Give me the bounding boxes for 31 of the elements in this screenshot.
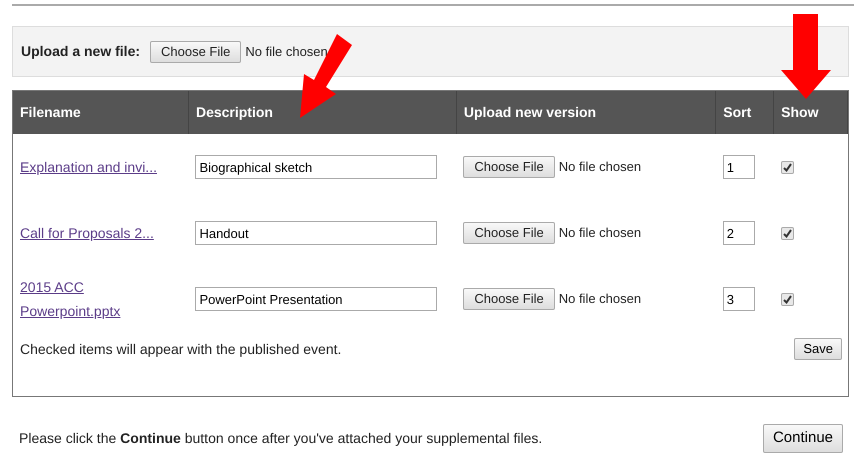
choose-file-button[interactable]: Choose File [463, 222, 555, 244]
choose-file-button[interactable]: Choose File [150, 40, 242, 62]
choose-file-button[interactable]: Choose File [463, 288, 555, 310]
sort-field[interactable]: 2 [722, 221, 755, 245]
file-status: No file chosen [245, 42, 328, 61]
file-link[interactable]: 2015 ACC Powerpoint.pptx [20, 275, 182, 323]
file-link[interactable]: Call for Proposals 2... [20, 221, 154, 245]
show-checkbox[interactable] [780, 226, 794, 240]
column-header: Upload new version [464, 104, 596, 120]
choose-file-button[interactable]: Choose File [463, 156, 555, 178]
description-field[interactable]: Biographical sketch [195, 155, 438, 179]
column-header: Sort [723, 104, 752, 120]
description-field[interactable]: Handout [195, 221, 438, 245]
show-checkbox[interactable] [780, 160, 794, 174]
instruction-text: Please click the Continue button once after you've attached your supplemental files. [19, 428, 542, 448]
file-status: No file chosen [558, 291, 642, 306]
file-link[interactable]: Explanation and invi... [20, 155, 157, 179]
column-header: Show [781, 104, 818, 120]
file-status: No file chosen [558, 225, 642, 240]
column-header: Description [196, 104, 273, 120]
save-button[interactable]: Save [794, 338, 842, 360]
upload-label: Upload a new file: [21, 42, 140, 61]
arrow-icon [781, 14, 831, 100]
description-field[interactable]: PowerPoint Presentation [195, 287, 438, 311]
column-header: Filename [20, 104, 81, 120]
show-checkbox[interactable] [780, 292, 794, 306]
note-text: Checked items will appear with the published event. [20, 340, 342, 359]
sort-field[interactable]: 1 [722, 155, 755, 179]
sort-field[interactable]: 3 [722, 287, 755, 311]
continue-button[interactable]: Continue [762, 424, 843, 452]
file-status: No file chosen [558, 159, 642, 174]
